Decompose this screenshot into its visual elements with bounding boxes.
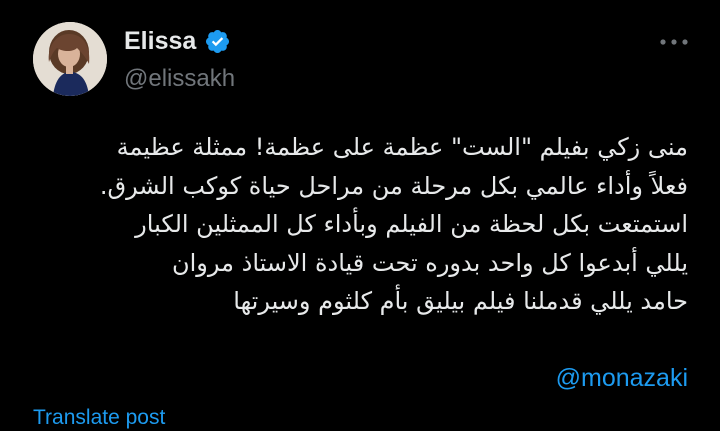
author-display-name[interactable]: Elissa [124, 26, 196, 56]
avatar-image [33, 22, 107, 96]
more-options-button[interactable] [656, 30, 692, 54]
tweet-line: يللي أبدعوا كل واحد بدوره تحت قيادة الاس… [172, 248, 688, 277]
tweet-line: حامد يللي قدملنا فيلم بيليق بأم كلثوم وس… [233, 287, 688, 315]
mention-link[interactable]: @monazaki [556, 360, 688, 396]
tweet-line: استمتعت بكل لحظة من الفيلم وبأداء كل الم… [135, 210, 688, 238]
tweet-header: Elissa @elissakh [0, 0, 720, 110]
author-name-row: Elissa [124, 26, 231, 56]
tweet-text: منى زكي بفيلم "الست" عظمة على عظمة! ممثل… [28, 128, 688, 321]
author-handle[interactable]: @elissakh [124, 64, 235, 94]
translate-post-link[interactable]: Translate post [33, 405, 165, 431]
tweet-line: فعلاً وأداء عالمي بكل مرحلة من مراحل حيا… [99, 171, 688, 200]
avatar[interactable] [33, 22, 107, 96]
more-options-icon [660, 39, 688, 45]
verified-badge-icon[interactable] [204, 28, 231, 55]
tweet-line: منى زكي بفيلم "الست" عظمة على عظمة! ممثل… [116, 133, 688, 161]
